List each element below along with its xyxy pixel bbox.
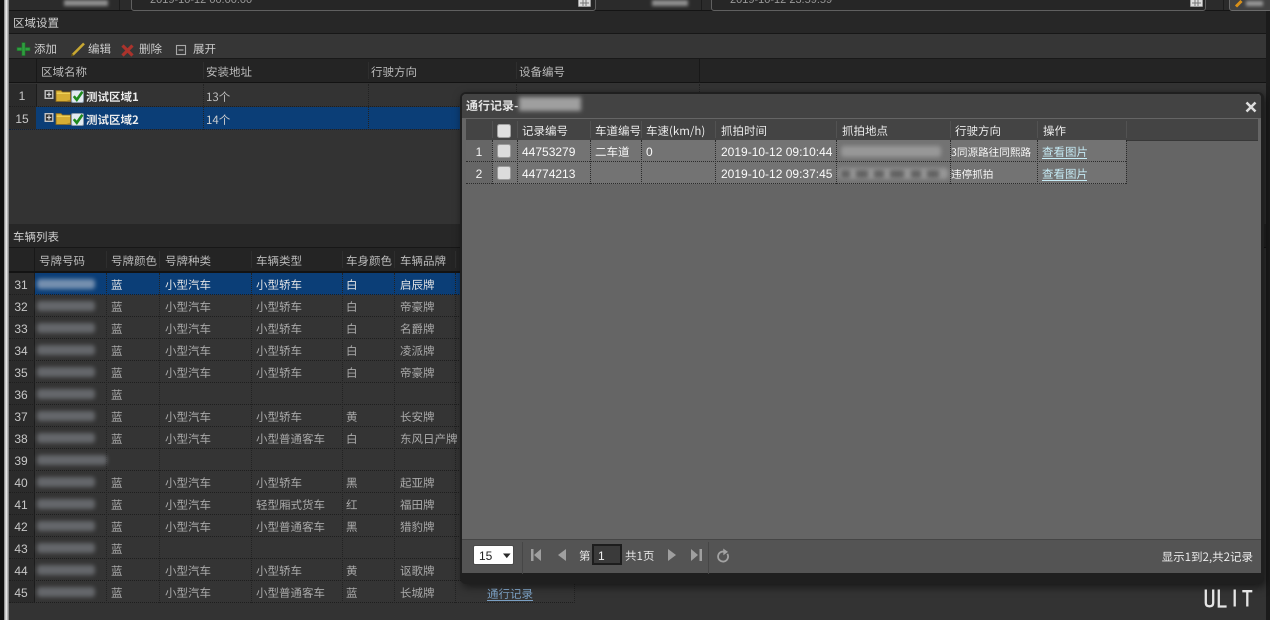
svg-text:2019-10-12 09:10:44: 2019-10-12 09:10:44 <box>721 145 833 159</box>
svg-text:41: 41 <box>14 498 28 512</box>
svg-text:44774213: 44774213 <box>522 167 576 181</box>
svg-text:15: 15 <box>15 112 29 126</box>
svg-text:31: 31 <box>14 278 28 292</box>
svg-text:32: 32 <box>14 300 28 314</box>
svg-text:37: 37 <box>14 410 28 424</box>
svg-text:2019-10-12 09:37:45: 2019-10-12 09:37:45 <box>721 167 833 181</box>
svg-text:44753279: 44753279 <box>522 145 576 159</box>
svg-text:44: 44 <box>14 564 28 578</box>
svg-text:33: 33 <box>14 322 28 336</box>
svg-text:34: 34 <box>14 344 28 358</box>
svg-text:42: 42 <box>14 520 28 534</box>
svg-text:0: 0 <box>646 145 653 159</box>
svg-text:2: 2 <box>476 167 483 181</box>
svg-text:36: 36 <box>14 388 28 402</box>
svg-text:40: 40 <box>14 476 28 490</box>
svg-text:1: 1 <box>598 549 605 563</box>
svg-text:15: 15 <box>479 549 493 563</box>
svg-text:38: 38 <box>14 432 28 446</box>
svg-text:39: 39 <box>14 454 28 468</box>
svg-text:45: 45 <box>14 586 28 600</box>
svg-text:1: 1 <box>476 145 483 159</box>
svg-text:43: 43 <box>14 542 28 556</box>
svg-text:2019-10-12 00:00:00: 2019-10-12 00:00:00 <box>150 0 252 6</box>
svg-text:1: 1 <box>19 89 26 103</box>
svg-text:35: 35 <box>14 366 28 380</box>
svg-text:2019-10-12 23:59:59: 2019-10-12 23:59:59 <box>730 0 832 6</box>
